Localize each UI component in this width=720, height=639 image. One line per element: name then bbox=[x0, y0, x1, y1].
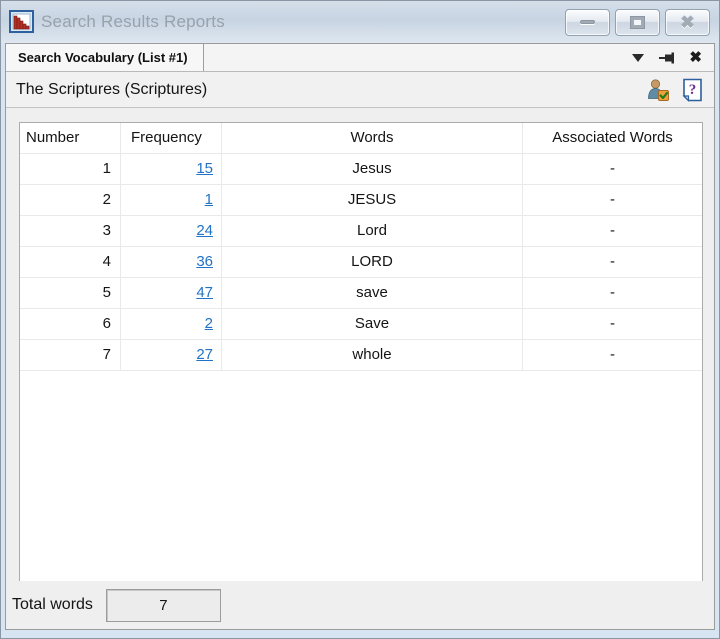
cell-associated-words: - bbox=[523, 309, 702, 339]
cell-frequency: 24 bbox=[121, 216, 222, 246]
vocabulary-table: Number Frequency Words Associated Words … bbox=[19, 122, 703, 581]
cell-frequency: 27 bbox=[121, 340, 222, 370]
cell-word: JESUS bbox=[222, 185, 523, 215]
table-row[interactable]: 6 2 Save - bbox=[20, 309, 702, 340]
minimize-icon bbox=[580, 20, 595, 24]
svg-text:?: ? bbox=[688, 82, 696, 98]
frequency-link[interactable]: 47 bbox=[196, 284, 213, 301]
report-body: Number Frequency Words Associated Words … bbox=[6, 108, 714, 581]
table-row[interactable]: 1 15 Jesus - bbox=[20, 154, 702, 185]
table-row[interactable]: 4 36 LORD - bbox=[20, 247, 702, 278]
cell-number: 1 bbox=[20, 154, 121, 184]
table-header-row: Number Frequency Words Associated Words bbox=[20, 123, 702, 154]
cell-associated-words: - bbox=[523, 340, 702, 370]
help-icon[interactable]: ? bbox=[680, 78, 704, 102]
cell-word: Lord bbox=[222, 216, 523, 246]
column-header-number: Number bbox=[20, 123, 121, 153]
tab-label: Search Vocabulary (List #1) bbox=[18, 50, 188, 65]
frequency-link[interactable]: 24 bbox=[196, 222, 213, 239]
column-header-frequency: Frequency bbox=[121, 123, 222, 153]
close-icon: ✖ bbox=[680, 14, 694, 31]
maximize-icon bbox=[631, 17, 644, 28]
window-title: Search Results Reports bbox=[41, 12, 565, 32]
table-row[interactable]: 5 47 save - bbox=[20, 278, 702, 309]
cell-associated-words: - bbox=[523, 154, 702, 184]
footer-bar: Total words 7 bbox=[6, 581, 714, 629]
frequency-link[interactable]: 27 bbox=[196, 346, 213, 363]
cell-frequency: 47 bbox=[121, 278, 222, 308]
tab-menu-dropdown-icon[interactable] bbox=[632, 54, 644, 62]
tab-bar-spacer bbox=[204, 44, 632, 71]
table-row[interactable]: 2 1 JESUS - bbox=[20, 185, 702, 216]
cell-word: Jesus bbox=[222, 154, 523, 184]
histogram-window-icon[interactable] bbox=[9, 9, 35, 35]
app-window: Search Results Reports ✖ Search Vocabula… bbox=[0, 0, 720, 639]
app-frame: Search Vocabulary (List #1) ✖ The bbox=[5, 43, 715, 630]
pin-icon[interactable] bbox=[658, 50, 675, 66]
frequency-link[interactable]: 36 bbox=[196, 253, 213, 270]
column-header-associated-words: Associated Words bbox=[523, 123, 702, 153]
cell-frequency: 36 bbox=[121, 247, 222, 277]
cell-number: 3 bbox=[20, 216, 121, 246]
report-title: The Scriptures (Scriptures) bbox=[16, 81, 646, 99]
frequency-link[interactable]: 15 bbox=[196, 160, 213, 177]
close-button[interactable]: ✖ bbox=[665, 9, 710, 36]
tab-close-icon[interactable]: ✖ bbox=[689, 50, 702, 65]
cell-number: 2 bbox=[20, 185, 121, 215]
report-header: The Scriptures (Scriptures) ? bbox=[6, 72, 714, 108]
tab-search-vocabulary[interactable]: Search Vocabulary (List #1) bbox=[6, 44, 204, 71]
title-bar: Search Results Reports ✖ bbox=[1, 1, 719, 43]
frequency-link[interactable]: 1 bbox=[205, 191, 213, 208]
total-words-value: 7 bbox=[159, 597, 167, 614]
cell-associated-words: - bbox=[523, 247, 702, 277]
cell-frequency: 1 bbox=[121, 185, 222, 215]
user-check-icon[interactable] bbox=[646, 78, 670, 102]
minimize-button[interactable] bbox=[565, 9, 610, 36]
cell-number: 7 bbox=[20, 340, 121, 370]
cell-number: 4 bbox=[20, 247, 121, 277]
table-body: 1 15 Jesus - 2 1 JESUS - 3 24 Lord - 4 3… bbox=[20, 154, 702, 371]
cell-associated-words: - bbox=[523, 216, 702, 246]
cell-frequency: 2 bbox=[121, 309, 222, 339]
column-header-words: Words bbox=[222, 123, 523, 153]
total-words-label: Total words bbox=[12, 596, 93, 614]
table-row[interactable]: 3 24 Lord - bbox=[20, 216, 702, 247]
cell-frequency: 15 bbox=[121, 154, 222, 184]
cell-word: whole bbox=[222, 340, 523, 370]
cell-associated-words: - bbox=[523, 185, 702, 215]
cell-word: Save bbox=[222, 309, 523, 339]
maximize-button[interactable] bbox=[615, 9, 660, 36]
table-empty-area bbox=[20, 371, 702, 581]
total-words-value-box: 7 bbox=[106, 589, 221, 622]
tab-bar: Search Vocabulary (List #1) ✖ bbox=[6, 44, 714, 72]
cell-number: 6 bbox=[20, 309, 121, 339]
table-row[interactable]: 7 27 whole - bbox=[20, 340, 702, 371]
cell-word: LORD bbox=[222, 247, 523, 277]
cell-associated-words: - bbox=[523, 278, 702, 308]
cell-number: 5 bbox=[20, 278, 121, 308]
frequency-link[interactable]: 2 bbox=[205, 315, 213, 332]
cell-word: save bbox=[222, 278, 523, 308]
